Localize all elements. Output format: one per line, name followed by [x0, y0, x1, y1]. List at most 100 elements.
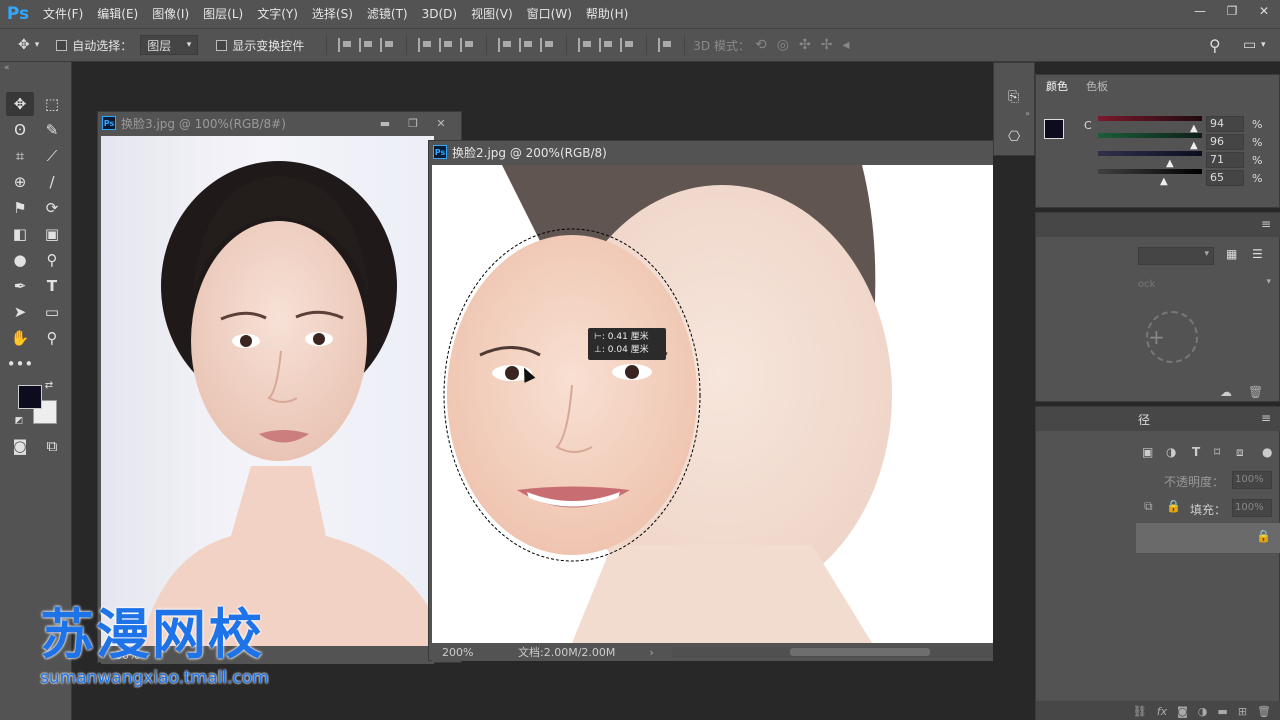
minimize-button[interactable]: — [1184, 0, 1216, 22]
foreground-color-swatch[interactable] [1044, 119, 1064, 139]
distribute-vcenter-icon[interactable] [519, 38, 534, 52]
yellow-slider-track[interactable] [1098, 151, 1202, 156]
adjustment-layer-icon[interactable]: ◑ [1198, 705, 1208, 718]
quick-mask-icon[interactable]: ◙ [6, 434, 34, 458]
brush-tool-icon[interactable]: ∕ [38, 170, 66, 194]
swap-colors-icon[interactable]: ⇄ [42, 378, 56, 392]
path-select-tool-icon[interactable]: ➤ [6, 300, 34, 324]
3d-roll-icon[interactable]: ◎ [777, 37, 789, 53]
default-colors-icon[interactable]: ◩ [12, 414, 26, 428]
properties-panel-icon[interactable]: ⎔ [1008, 129, 1020, 145]
distribute-hcenter-icon[interactable] [599, 38, 614, 52]
library-selector[interactable]: ▾ [1138, 247, 1214, 265]
align-top-icon[interactable] [338, 38, 353, 52]
list-view-icon[interactable]: ☰ [1252, 247, 1263, 261]
menu-type[interactable]: 文字(Y) [250, 0, 305, 28]
show-transform-checkbox[interactable] [216, 39, 228, 51]
menu-filter[interactable]: 滤镜(T) [360, 0, 415, 28]
quick-select-tool-icon[interactable]: ✎ [38, 118, 66, 142]
close-button[interactable]: ✕ [1248, 0, 1280, 22]
menu-image[interactable]: 图像(I) [145, 0, 196, 28]
menu-select[interactable]: 选择(S) [305, 0, 360, 28]
lasso-tool-icon[interactable]: ʘ [6, 118, 34, 142]
auto-select-checkbox[interactable] [56, 39, 68, 51]
filter-adjustment-icon[interactable]: ◑ [1166, 445, 1176, 459]
dodge-tool-icon[interactable]: ⚲ [38, 248, 66, 272]
eraser-tool-icon[interactable]: ◧ [6, 222, 34, 246]
add-mask-icon[interactable]: ◙ [1177, 705, 1188, 718]
zoom-tool-icon[interactable]: ⚲ [38, 326, 66, 350]
layer-style-fx-icon[interactable]: fx [1157, 705, 1167, 718]
status-expand-icon[interactable]: › [649, 646, 653, 659]
black-slider-handle[interactable]: ▲ [1160, 176, 1168, 187]
delete-layer-icon[interactable]: 🗑 [1257, 705, 1271, 718]
gradient-tool-icon[interactable]: ▣ [38, 222, 66, 246]
workspace-chevron-icon[interactable]: ▾ [1261, 40, 1266, 50]
trash-icon[interactable]: 🗑 [1248, 385, 1263, 399]
new-group-icon[interactable]: ▬ [1217, 705, 1227, 718]
filter-image-icon[interactable]: ▣ [1142, 445, 1153, 459]
menu-view[interactable]: 视图(V) [464, 0, 520, 28]
align-bottom-icon[interactable] [380, 38, 395, 52]
rectangle-tool-icon[interactable]: ▭ [38, 300, 66, 324]
stamp-tool-icon[interactable]: ⚑ [6, 196, 34, 220]
3d-scale-icon[interactable]: ◂ [842, 37, 849, 53]
blur-tool-icon[interactable]: ● [6, 248, 34, 272]
screen-mode-icon[interactable]: ⧉ [38, 434, 66, 458]
auto-align-icon[interactable] [658, 38, 673, 52]
cyan-slider-track[interactable] [1098, 116, 1202, 121]
filter-type-icon[interactable]: T [1192, 445, 1200, 459]
new-layer-icon[interactable]: ⊞ [1238, 705, 1247, 718]
horizontal-scroll-thumb[interactable] [790, 648, 930, 656]
cyan-slider-handle[interactable]: ▲ [1190, 123, 1198, 134]
chevron-down-icon[interactable]: ▾ [1266, 277, 1271, 287]
distribute-left-icon[interactable] [578, 38, 593, 52]
filter-smart-object-icon[interactable]: ⧈ [1236, 445, 1244, 460]
doc1-close-button[interactable]: ✕ [427, 112, 455, 134]
opacity-value[interactable]: 100% [1232, 471, 1272, 489]
menu-window[interactable]: 窗口(W) [520, 0, 579, 28]
move-tool-icon[interactable]: ✥ [18, 37, 30, 53]
filter-shape-icon[interactable]: ⌑ [1214, 445, 1220, 459]
restore-button[interactable]: ❐ [1216, 0, 1248, 22]
align-vcenter-icon[interactable] [359, 38, 374, 52]
hand-tool-icon[interactable]: ✋ [6, 326, 34, 350]
document-2-zoom[interactable]: 200% [432, 646, 478, 659]
panel-menu-icon[interactable]: ≡ [1261, 217, 1271, 231]
collapse-toolbar-icon[interactable]: « [0, 62, 71, 74]
expand-panels-icon[interactable]: » [994, 109, 1030, 118]
marquee-tool-icon[interactable]: ⬚ [38, 92, 66, 116]
align-right-icon[interactable] [460, 38, 475, 52]
add-library-circle[interactable]: + [1146, 311, 1198, 363]
auto-select-dropdown[interactable]: 图层 ▾ [140, 35, 199, 55]
doc1-maximize-button[interactable]: ❐ [399, 112, 427, 134]
menu-help[interactable]: 帮助(H) [579, 0, 635, 28]
distribute-top-icon[interactable] [498, 38, 513, 52]
document-1-title-bar[interactable]: Ps 换脸3.jpg @ 100%(RGB/8#) ▬ ❐ ✕ [98, 112, 461, 134]
lock-all-icon[interactable]: 🔒 [1166, 499, 1181, 513]
tab-color[interactable]: 颜色 [1036, 75, 1078, 99]
3d-pan-icon[interactable]: ✣ [799, 37, 811, 53]
menu-3d[interactable]: 3D(D) [415, 0, 464, 28]
search-icon[interactable]: ⚲ [1209, 36, 1221, 55]
history-brush-tool-icon[interactable]: ⟳ [38, 196, 66, 220]
cyan-value[interactable]: 94 [1206, 116, 1244, 132]
tab-paths[interactable]: 径 [1138, 411, 1150, 428]
workspace-icon[interactable]: ▭ [1243, 37, 1256, 53]
3d-orbit-icon[interactable]: ⟲ [755, 37, 767, 53]
yellow-slider-handle[interactable]: ▲ [1166, 158, 1174, 169]
layer-row[interactable]: 🔒 [1136, 523, 1280, 553]
menu-layer[interactable]: 图层(L) [196, 0, 250, 28]
3d-slide-icon[interactable]: ✢ [821, 37, 833, 53]
eyedropper-tool-icon[interactable]: ⟋ [38, 144, 66, 168]
grid-view-icon[interactable]: ▦ [1226, 247, 1237, 261]
black-slider-track[interactable] [1098, 169, 1202, 174]
healing-tool-icon[interactable]: ⊕ [6, 170, 34, 194]
cloud-sync-icon[interactable]: ☁ [1220, 385, 1232, 399]
tab-swatches[interactable]: 色板 [1076, 75, 1118, 99]
fill-value[interactable]: 100% [1232, 499, 1272, 517]
panel-menu-icon[interactable]: ≡ [1261, 411, 1271, 425]
magenta-slider-track[interactable] [1098, 133, 1202, 138]
yellow-value[interactable]: 71 [1206, 152, 1244, 168]
history-panel-icon[interactable]: ⎘ [1008, 89, 1019, 105]
